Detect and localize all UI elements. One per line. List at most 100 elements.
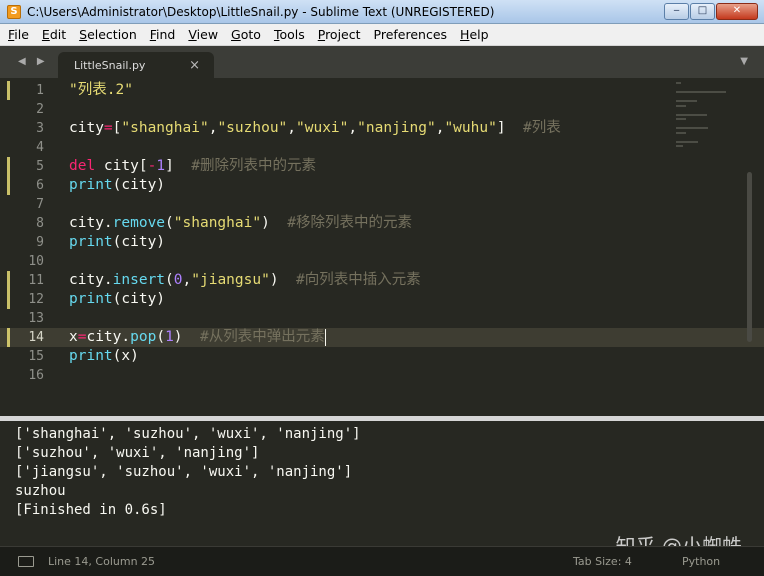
code-token: city	[69, 120, 104, 136]
code-line[interactable]: city=["shanghai","suzhou","wuxi","nanjin…	[69, 119, 664, 138]
line-number: 5	[0, 157, 54, 176]
code-token: "wuhu"	[444, 120, 497, 136]
code-token: "jiangsu"	[191, 272, 270, 288]
tab-size-selector[interactable]: Tab Size: 4	[573, 555, 632, 568]
build-output-panel: ['shanghai', 'suzhou', 'wuxi', 'nanjing'…	[0, 421, 764, 546]
code-token: "shanghai"	[173, 215, 262, 231]
menu-preferences[interactable]: Preferences	[374, 27, 448, 42]
tab-dropdown-icon[interactable]: ▼	[740, 56, 748, 67]
code-token: city.	[69, 215, 113, 231]
tab-label: LittleSnail.py	[74, 59, 146, 72]
maximize-button[interactable]: □	[690, 3, 715, 20]
code-token: remove	[112, 215, 166, 231]
modified-line-marker	[7, 157, 10, 176]
close-window-button[interactable]: ✕	[716, 3, 758, 20]
code-token: print	[69, 291, 113, 307]
window-title: C:\Users\Administrator\Desktop\LittleSna…	[27, 4, 495, 19]
menu-edit[interactable]: Edit	[42, 27, 66, 42]
line-number: 10	[28, 254, 44, 269]
line-number: 15	[28, 349, 44, 364]
tab-close-icon[interactable]: ×	[189, 52, 200, 80]
code-line[interactable]: print(city)	[69, 176, 664, 195]
code-line[interactable]	[69, 195, 664, 214]
menu-tools[interactable]: Tools	[274, 27, 305, 42]
code-line[interactable]: city.insert(0,"jiangsu") #向列表中插入元素	[69, 271, 664, 290]
code-line[interactable]: print(city)	[69, 233, 664, 252]
menu-bar: File Edit Selection Find View Goto Tools Projec…	[0, 24, 764, 46]
code-token: ]	[496, 120, 524, 136]
code-token: 0	[173, 272, 183, 288]
minimize-button[interactable]: ‒	[664, 3, 689, 20]
minimap-line	[676, 100, 697, 102]
code-token: "shanghai"	[121, 120, 209, 136]
code-token: "nanjing"	[357, 120, 436, 136]
code-line[interactable]: print(city)	[69, 290, 664, 309]
code-token: )	[173, 329, 200, 345]
menu-view[interactable]: View	[188, 27, 218, 42]
syntax-selector[interactable]: Python	[682, 555, 720, 568]
menu-selection[interactable]: Selection	[79, 27, 137, 42]
code-area[interactable]: "列表.2" city=["shanghai","suzhou","wuxi","…	[69, 81, 664, 385]
menu-file[interactable]: File	[8, 27, 29, 42]
code-line[interactable]: del city[-1] #删除列表中的元素	[69, 157, 664, 176]
tab-nav-arrows-icon[interactable]: ◀ ▶	[18, 56, 49, 67]
panel-toggle-icon[interactable]	[18, 556, 34, 567]
cursor-position: Line 14, Column 25	[48, 555, 156, 568]
line-number: 7	[36, 197, 44, 212]
code-token: )	[261, 215, 288, 231]
minimap-line	[676, 145, 684, 147]
minimap-line	[676, 113, 707, 116]
code-line[interactable]	[69, 252, 664, 271]
code-token: #删除列表中的元素	[191, 158, 316, 174]
code-token: #列表	[523, 120, 561, 136]
line-number: 3	[36, 121, 44, 136]
menu-find[interactable]: Find	[150, 27, 176, 42]
code-line[interactable]: x=city.pop(1) #从列表中弹出元素	[69, 328, 664, 347]
line-number: 8	[36, 216, 44, 231]
code-token: city[	[95, 158, 148, 174]
line-number-gutter: 1 2 3 4 5 6 7 8 9 10 11 12 13 14 15 16	[0, 81, 54, 416]
code-token: (	[165, 272, 174, 288]
minimap-line	[676, 104, 686, 107]
code-token: ,	[287, 120, 297, 136]
code-line[interactable]	[69, 138, 664, 157]
code-editor[interactable]: 1 2 3 4 5 6 7 8 9 10 11 12 13 14 15 16 "列表.2" city=["sha…	[0, 80, 764, 416]
title-bar: S C:\Users\Administrator\Desktop\LittleS…	[0, 0, 764, 24]
code-line[interactable]: print(x)	[69, 347, 664, 366]
line-number: 14	[0, 328, 54, 347]
code-line[interactable]: city.remove("shanghai") #移除列表中的元素	[69, 214, 664, 233]
line-number: 1	[0, 81, 54, 100]
code-token: (x)	[112, 348, 139, 364]
output-line: ['shanghai', 'suzhou', 'wuxi', 'nanjing'…	[15, 426, 361, 442]
minimap-line	[676, 131, 686, 134]
output-line: ['jiangsu', 'suzhou', 'wuxi', 'nanjing']	[15, 464, 353, 480]
menu-help[interactable]: Help	[460, 27, 489, 42]
output-line: suzhou	[15, 483, 66, 499]
line-number: 11	[0, 271, 54, 290]
window-controls: ‒ □ ✕	[664, 3, 758, 20]
code-line[interactable]	[69, 309, 664, 328]
tab-bar: ◀ ▶ LittleSnail.py × ▼	[0, 46, 764, 80]
code-token: insert	[112, 272, 166, 288]
code-token: x	[69, 329, 78, 345]
code-token: print	[69, 177, 113, 193]
menu-project[interactable]: Project	[318, 27, 361, 42]
editor-scrollbar[interactable]	[747, 172, 752, 342]
code-token: #向列表中插入元素	[296, 272, 421, 288]
text-cursor	[324, 328, 327, 346]
minimap-line	[676, 118, 686, 120]
minimap-line	[676, 91, 726, 93]
code-token: city.	[86, 329, 131, 345]
menu-goto[interactable]: Goto	[231, 27, 261, 42]
modified-line-marker	[7, 328, 10, 347]
modified-line-marker	[7, 290, 10, 309]
code-line[interactable]	[69, 366, 664, 385]
code-line[interactable]: "列表.2"	[69, 81, 664, 100]
minimap-line	[676, 127, 708, 129]
minimap[interactable]	[676, 82, 738, 147]
line-number: 2	[36, 102, 44, 117]
tab-littlesnail[interactable]: LittleSnail.py ×	[58, 52, 214, 80]
status-bar: Line 14, Column 25 Tab Size: 4 Python	[0, 546, 764, 576]
code-line[interactable]	[69, 100, 664, 119]
code-token: ]	[165, 158, 192, 174]
